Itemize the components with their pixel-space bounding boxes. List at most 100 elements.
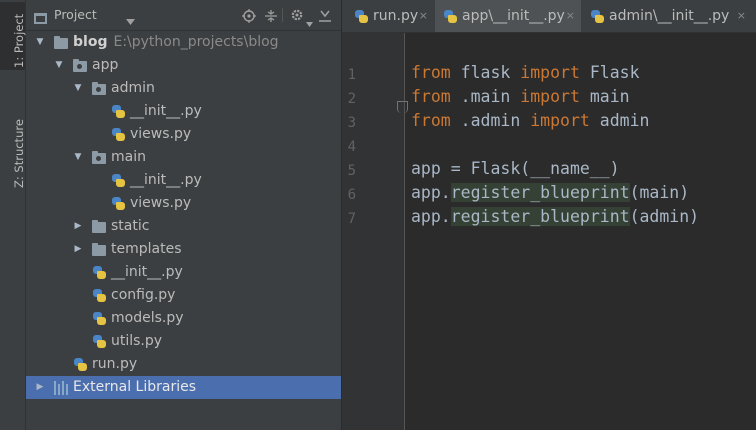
tree-item[interactable]: run.py xyxy=(26,353,341,376)
code-line[interactable]: app.register_blueprint(admin) xyxy=(411,207,699,226)
tree-item[interactable]: ▶ External Libraries xyxy=(26,376,341,399)
code-line[interactable]: from .main import main xyxy=(411,87,630,106)
expand-arrow-down-icon[interactable]: ▼ xyxy=(34,31,46,54)
editor-tab-label: admin\__init__.py xyxy=(609,8,730,24)
python-file-icon xyxy=(111,104,126,119)
tree-item[interactable]: config.py xyxy=(26,284,341,307)
code-token: app. xyxy=(411,183,451,202)
folder-icon xyxy=(92,220,106,233)
project-tool-tab[interactable]: 1: Project xyxy=(0,2,26,70)
close-icon[interactable]: × xyxy=(419,0,428,32)
project-icon xyxy=(34,9,47,24)
code-token: Flask xyxy=(579,63,640,82)
gear-icon[interactable] xyxy=(289,7,305,27)
expand-arrow-down-icon[interactable]: ▼ xyxy=(72,146,84,169)
tree-item[interactable]: ▼ main xyxy=(26,146,341,169)
library-icon xyxy=(54,381,70,395)
code-token: main xyxy=(579,87,630,106)
collapse-icon[interactable] xyxy=(264,8,278,27)
code-token: .main xyxy=(450,87,521,106)
folder-icon xyxy=(54,36,68,49)
close-icon[interactable]: × xyxy=(566,0,575,32)
tree-item[interactable]: ▼ app xyxy=(26,54,341,77)
tree-item[interactable]: views.py xyxy=(26,123,341,146)
tree-item-label: config.py xyxy=(111,287,176,303)
line-number: 2 xyxy=(347,91,356,107)
code-token: .admin xyxy=(450,111,531,130)
tree-item[interactable]: models.py xyxy=(26,307,341,330)
line-number: 3 xyxy=(347,115,356,131)
highlighted-token: register_blueprint xyxy=(450,183,630,202)
chevron-down-icon[interactable] xyxy=(126,10,135,29)
editor-tab-label: run.py xyxy=(373,8,419,24)
fold-marker-icon[interactable] xyxy=(397,101,408,113)
tree-item[interactable]: ▼ blog E:\python_projects\blog xyxy=(26,31,341,54)
line-number: 1 xyxy=(347,67,356,83)
tree-item-label: models.py xyxy=(111,310,184,326)
tree-item[interactable]: __init__.py xyxy=(26,169,341,192)
package-folder-icon xyxy=(73,59,87,72)
python-file-icon xyxy=(73,357,88,372)
expand-arrow-right-icon[interactable]: ▶ xyxy=(34,376,46,399)
code-line[interactable]: app = Flask(__name__) xyxy=(411,159,620,178)
line-number: 4 xyxy=(347,139,356,155)
tree-item-label: blog E:\python_projects\blog xyxy=(73,34,279,50)
tree-item-label: static xyxy=(111,218,150,234)
code-token: flask xyxy=(450,63,521,82)
code-token: (admin) xyxy=(629,207,700,226)
editor-tab-bar: run.py × app\__init__.py × admin\__init__.py… xyxy=(342,0,756,33)
structure-tool-tab[interactable]: Z: Structure xyxy=(0,98,26,190)
python-file-icon xyxy=(92,311,107,326)
editor-tab[interactable]: run.py × xyxy=(346,0,434,32)
expand-arrow-down-icon[interactable]: ▼ xyxy=(72,77,84,100)
tree-item-label: __init__.py xyxy=(130,172,202,188)
tree-item[interactable]: __init__.py xyxy=(26,261,341,284)
hide-icon[interactable] xyxy=(318,8,332,27)
code-token: (main) xyxy=(629,183,690,202)
structure-tool-tab-label: Z: Structure xyxy=(12,119,26,188)
tree-item-label: templates xyxy=(111,241,182,257)
code-line[interactable]: from .admin import admin xyxy=(411,111,649,130)
code-line[interactable]: from flask import Flask xyxy=(411,63,640,82)
close-icon[interactable]: × xyxy=(737,0,746,32)
locate-icon[interactable] xyxy=(242,8,256,27)
keyword-token: import xyxy=(520,87,580,106)
keyword-token: from xyxy=(411,87,451,106)
project-tool-tab-label: 1: Project xyxy=(12,13,26,68)
tree-item[interactable]: utils.py xyxy=(26,330,341,353)
tool-window-strip: 1: Project Z: Structure xyxy=(0,0,26,430)
project-panel-header: Project xyxy=(26,0,341,31)
editor-tab[interactable]: app\__init__.py × xyxy=(435,0,581,32)
project-panel: Project ▼ blog E:\python_projects\blog ▼ app… xyxy=(26,0,342,430)
expand-arrow-right-icon[interactable]: ▶ xyxy=(72,215,84,238)
keyword-token: import xyxy=(520,63,580,82)
tree-item-label: __init__.py xyxy=(111,264,183,280)
tree-item[interactable]: views.py xyxy=(26,192,341,215)
python-file-icon xyxy=(111,127,126,142)
tree-item-label: run.py xyxy=(92,356,138,372)
tree-item-label: admin xyxy=(111,80,155,96)
gear-menu-arrow-icon[interactable] xyxy=(306,12,313,31)
keyword-token: import xyxy=(530,111,590,130)
tree-item-label: External Libraries xyxy=(73,379,196,395)
tree-item-label: __init__.py xyxy=(130,103,202,119)
code-token: app = Flask(__name__) xyxy=(411,159,620,178)
tree-item[interactable]: ▶ static xyxy=(26,215,341,238)
expand-arrow-right-icon[interactable]: ▶ xyxy=(72,238,84,261)
tree-item[interactable]: ▼ admin xyxy=(26,77,341,100)
toolbar-divider xyxy=(282,8,283,22)
code-line[interactable]: app.register_blueprint(main) xyxy=(411,183,689,202)
editor-tab[interactable]: admin\__init__.py × xyxy=(582,0,752,32)
python-file-icon xyxy=(443,9,458,24)
keyword-token: from xyxy=(411,111,451,130)
line-number: 5 xyxy=(347,163,356,179)
tree-item-label: main xyxy=(111,149,146,165)
editor-tab-label: app\__init__.py xyxy=(462,8,565,24)
package-folder-icon xyxy=(92,151,106,164)
project-view-selector[interactable]: Project xyxy=(54,7,97,22)
expand-arrow-down-icon[interactable]: ▼ xyxy=(53,54,65,77)
python-file-icon xyxy=(92,265,107,280)
package-folder-icon xyxy=(92,82,106,95)
tree-item[interactable]: ▶ templates xyxy=(26,238,341,261)
tree-item[interactable]: __init__.py xyxy=(26,100,341,123)
